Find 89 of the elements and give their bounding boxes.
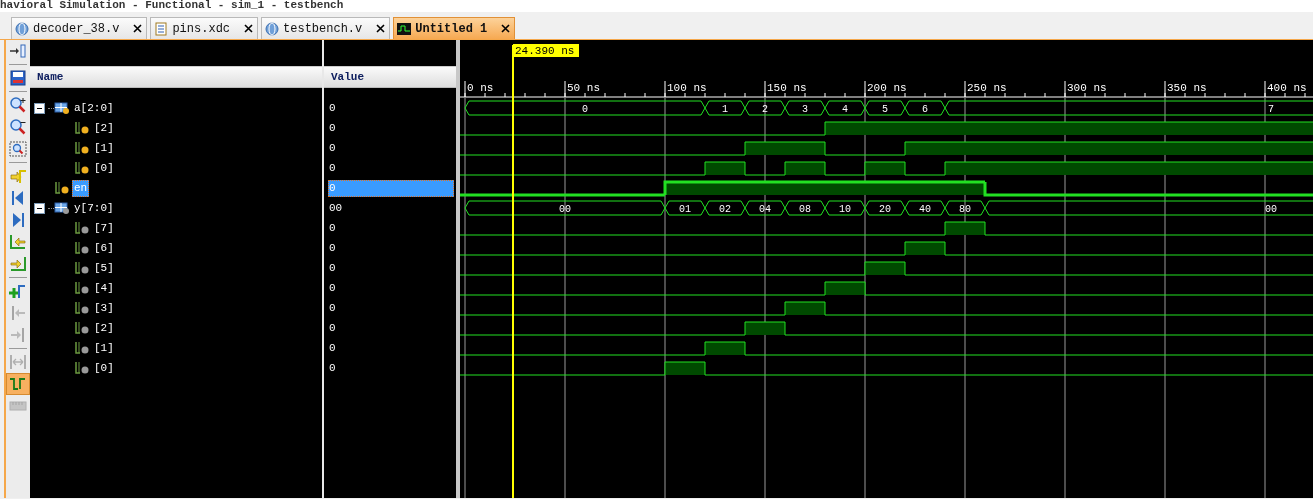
bus-value: 3 xyxy=(802,104,808,115)
collapse-icon[interactable] xyxy=(34,102,45,114)
time-cursor[interactable] xyxy=(512,44,579,498)
signal-name[interactable]: [4] xyxy=(92,279,116,297)
ruler-icon xyxy=(9,398,27,414)
step-pair-button[interactable] xyxy=(6,373,30,395)
signal-value: 0 xyxy=(328,261,337,276)
close-icon[interactable] xyxy=(244,24,254,33)
swap-bars-icon xyxy=(9,354,27,370)
bus-value: 40 xyxy=(919,204,931,215)
bus-value: 2 xyxy=(762,104,768,115)
signal-name[interactable]: [1] xyxy=(92,339,116,357)
bus-value: 1 xyxy=(722,104,728,115)
zoom-fit-button[interactable] xyxy=(6,138,30,160)
tab[interactable]: decoder_38.v xyxy=(11,17,148,39)
step-pair-icon xyxy=(9,376,27,392)
signal-name[interactable]: [6] xyxy=(92,239,116,257)
signal-value: 0 xyxy=(328,221,337,236)
bus-value: 00 xyxy=(1265,204,1277,215)
bus-value: 08 xyxy=(799,204,811,215)
signal-value: 0 xyxy=(328,341,337,356)
previous-marker-icon xyxy=(9,305,27,321)
signal-value: 0 xyxy=(328,141,337,156)
bus-value: 6 xyxy=(922,104,928,115)
column-header[interactable]: Name xyxy=(30,66,322,88)
time-label: 100 ns xyxy=(667,82,707,94)
arrow-to-bar-icon xyxy=(9,43,27,59)
zoom-fit-icon xyxy=(9,141,27,157)
time-label: 400 ns xyxy=(1267,82,1307,94)
signal-value: 0 xyxy=(328,161,337,176)
save-icon xyxy=(9,70,27,86)
time-label: 350 ns xyxy=(1167,82,1207,94)
signal-name[interactable]: [1] xyxy=(92,139,116,157)
document-icon xyxy=(154,21,169,36)
zoom-in-icon xyxy=(9,97,27,113)
arrow-step-icon xyxy=(9,168,27,184)
signal-name[interactable]: [0] xyxy=(92,359,116,377)
time-label: 50 ns xyxy=(567,82,600,94)
bus-value: 4 xyxy=(842,104,848,115)
next-marker-icon xyxy=(9,327,27,343)
zoom-out-icon xyxy=(9,119,27,135)
signal-name[interactable]: [5] xyxy=(92,259,116,277)
signal-value: 0 xyxy=(328,179,454,197)
previous-edge-icon xyxy=(9,234,27,250)
time-label: 150 ns xyxy=(767,82,807,94)
bus-value: 00 xyxy=(559,204,571,215)
add-marker-icon xyxy=(9,283,27,299)
time-label: 200 ns xyxy=(867,82,907,94)
signal-value: 0 xyxy=(328,301,337,316)
bus-value: 10 xyxy=(839,204,851,215)
signal-name[interactable]: [2] xyxy=(92,119,116,137)
bus-value: 7 xyxy=(1268,104,1274,115)
signal-value: 0 xyxy=(328,241,337,256)
bus-value: 5 xyxy=(882,104,888,115)
bus-value: 02 xyxy=(719,204,731,215)
signal-name[interactable]: [3] xyxy=(92,299,116,317)
tab[interactable]: Untitled 1 xyxy=(393,17,516,39)
signal-name[interactable]: [0] xyxy=(92,159,116,177)
waveform-icon xyxy=(397,21,412,36)
time-label: 0 ns xyxy=(467,82,494,94)
cursor-time: 24.390 ns xyxy=(515,45,575,57)
time-label: 300 ns xyxy=(1067,82,1107,94)
signal-name[interactable]: [7] xyxy=(92,219,116,237)
collapse-icon[interactable] xyxy=(34,202,45,214)
signal-value: 0 xyxy=(328,321,337,336)
bus-value: 04 xyxy=(759,204,771,215)
signal-name[interactable]: y[7:0] xyxy=(72,199,116,217)
window-title: havioral Simulation - Functional - sim_1 - testbench xyxy=(0,0,345,10)
globe-file-icon xyxy=(15,21,29,36)
next-edge-icon xyxy=(9,256,27,272)
tab[interactable]: pins.xdc xyxy=(150,17,259,39)
signal-value: 00 xyxy=(328,201,344,216)
signal-name[interactable]: a[2:0] xyxy=(72,99,116,117)
time-label: 250 ns xyxy=(967,82,1007,94)
close-icon[interactable] xyxy=(376,24,386,33)
signal-name[interactable]: [2] xyxy=(92,319,116,337)
tab[interactable]: testbench.v xyxy=(261,17,391,39)
column-header[interactable]: Value xyxy=(324,66,456,88)
close-icon[interactable] xyxy=(133,24,143,33)
signal-value: 0 xyxy=(328,121,337,136)
signal-value: 0 xyxy=(328,101,337,116)
bus-value: 01 xyxy=(679,204,691,215)
signal-value: 0 xyxy=(328,281,337,296)
signal-value: 0 xyxy=(328,361,337,376)
globe-file-icon xyxy=(265,21,280,36)
bus-value: 0 xyxy=(582,104,588,115)
close-icon[interactable] xyxy=(501,24,511,33)
bus-value: 80 xyxy=(959,204,971,215)
bus-value: 20 xyxy=(879,204,891,215)
